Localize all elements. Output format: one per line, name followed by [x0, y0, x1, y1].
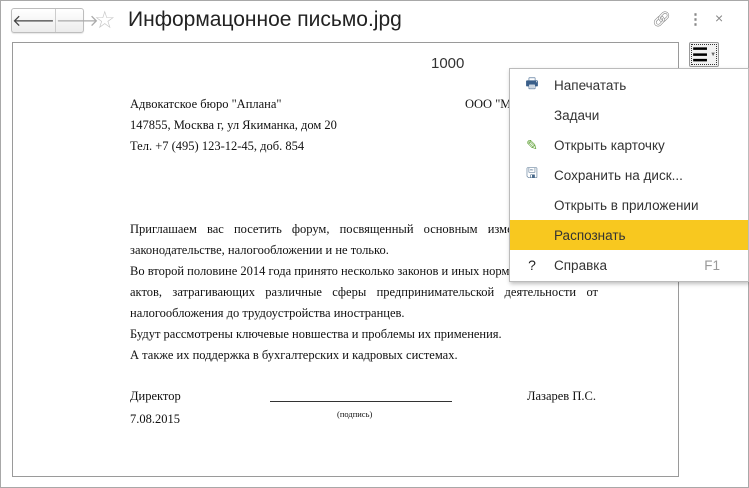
- menu-button[interactable]: ☰ ▼: [689, 42, 719, 67]
- link-icon[interactable]: 🔗︎: [652, 10, 671, 28]
- chevron-down-icon: ▼: [710, 51, 717, 58]
- forward-button[interactable]: 🡒: [54, 9, 99, 32]
- close-icon[interactable]: ×: [715, 10, 723, 26]
- menu-item-label: Открыть карточку: [554, 137, 665, 153]
- context-menu: 🖶 Напечатать Задачи ✎ Открыть карточку 🖫 Со…: [509, 68, 749, 282]
- body-line: Будут рассмотрены ключевые новшества и п…: [130, 327, 502, 341]
- sender-line: 147855, Москва г, ул Якиманка, дом 20: [130, 118, 337, 132]
- menu-item-save-to-disk[interactable]: 🖫 Сохранить на диск...: [510, 160, 748, 190]
- menu-item-label: Справка: [554, 257, 607, 273]
- body-line: актов, затрагивающих различные сферы пре…: [130, 285, 598, 299]
- menu-item-label: Напечатать: [554, 77, 627, 93]
- navigation-buttons: 🡐 🡒: [11, 8, 99, 33]
- menu-item-tasks[interactable]: Задачи: [510, 100, 748, 130]
- sender-line: Адвокатское бюро "Аплана": [130, 97, 282, 111]
- menu-item-recognize[interactable]: Распознать: [510, 220, 748, 250]
- signature-caption: (подпись): [337, 409, 373, 419]
- body-line: Приглашаем вас посетить форум, посвященн…: [130, 222, 532, 236]
- menu-item-label: Задачи: [554, 107, 600, 123]
- floppy-disk-icon: 🖫: [526, 165, 538, 181]
- body-line: А также их поддержка в бухгалтерских и к…: [130, 348, 458, 362]
- menu-item-open-in-app[interactable]: Открыть в приложении: [510, 190, 748, 220]
- more-vertical-icon[interactable]: ⋮: [688, 10, 703, 28]
- date: 7.08.2015: [130, 412, 180, 426]
- signer: Лазарев П.С.: [527, 389, 596, 403]
- position: Директор: [130, 389, 181, 403]
- shortcut: F1: [704, 257, 720, 273]
- pencil-icon: ✎: [526, 136, 538, 153]
- hamburger-menu-icon: ☰: [691, 44, 709, 65]
- back-button[interactable]: 🡐: [12, 9, 55, 32]
- menu-item-label: Распознать: [554, 227, 626, 243]
- page-number: 1000: [431, 55, 465, 72]
- arrow-right-icon: 🡒: [55, 13, 99, 30]
- signature-line: [270, 401, 452, 402]
- arrow-left-icon: 🡐: [12, 13, 55, 30]
- menu-item-print[interactable]: 🖶 Напечатать: [510, 70, 748, 100]
- menu-item-help[interactable]: ? Справка F1: [510, 250, 748, 280]
- menu-item-open-card[interactable]: ✎ Открыть карточку: [510, 130, 748, 160]
- menu-item-label: Открыть в приложении: [554, 197, 699, 213]
- recipient-line: ООО "М: [465, 97, 512, 111]
- body-line: Во второй половине 2014 года принято нес…: [130, 264, 515, 278]
- star-icon[interactable]: ☆: [94, 6, 116, 35]
- printer-icon: 🖶: [525, 75, 539, 91]
- body-line: налогообложения до трудоустройства иност…: [130, 306, 405, 320]
- question-icon: ?: [528, 257, 536, 273]
- window-title: Информацонное письмо.jpg: [128, 8, 402, 31]
- body-line: законодательстве, налогообложении и не т…: [130, 243, 389, 257]
- menu-item-label: Сохранить на диск...: [554, 167, 683, 183]
- sender-line: Тел. +7 (495) 123-12-45, доб. 854: [130, 139, 305, 153]
